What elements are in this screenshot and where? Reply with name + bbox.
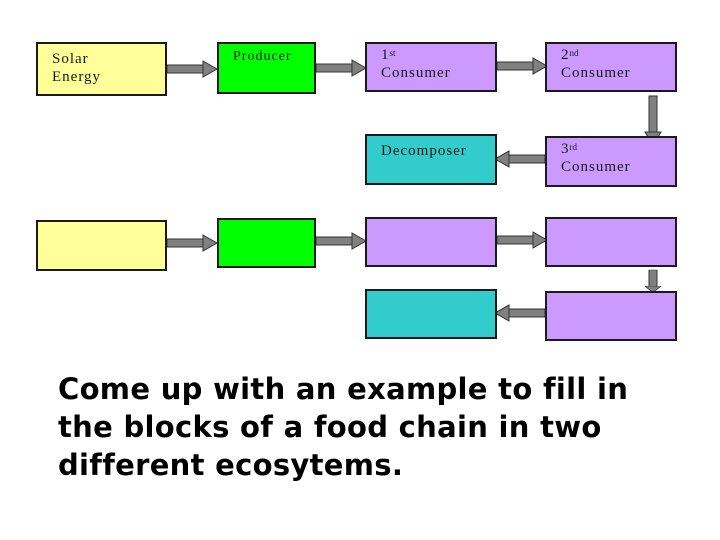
consumer2-box: 2nd Consumer [545,42,677,92]
arrow-blank-energy-to-producer [166,234,218,252]
producer-label: Producer [233,49,292,64]
consumer2-suffix: nd [569,48,579,58]
consumer3-suffix: rd [569,142,578,152]
arrow-blank-consumer3-to-decomposer [494,304,546,322]
blank-decomposer-box[interactable] [365,289,497,339]
blank-consumer2-box[interactable] [545,217,677,267]
consumer2-label: Consumer [561,65,631,81]
producer-box: Producer [217,42,316,94]
arrow-blank-producer-to-consumer1 [315,232,367,250]
solar-energy-box: Solar Energy [36,42,167,96]
blank-consumer1-box[interactable] [365,217,497,267]
consumer2-number: 2 [561,47,570,63]
blank-energy-box[interactable] [36,220,167,271]
arrow-consumer3-to-decomposer [494,150,546,168]
consumer3-label: Consumer [561,159,631,175]
consumer1-box: 1st Consumer [365,42,497,92]
arrow-producer-to-consumer1 [315,59,367,77]
arrow-blank-consumer1-to-consumer2 [496,231,548,249]
solar-energy-label-line2: Energy [52,69,102,85]
consumer1-suffix: st [389,48,396,58]
consumer3-number: 3 [561,141,570,157]
arrow-consumer1-to-consumer2 [496,57,548,75]
decomposer-box: Decomposer [365,134,497,185]
solar-energy-label-line1: Solar [52,51,89,67]
arrow-blank-consumer2-to-consumer3 [644,269,662,293]
arrow-solar-to-producer [166,60,218,78]
blank-consumer3-box[interactable] [545,291,677,341]
consumer1-label: Consumer [381,65,451,81]
consumer3-box: 3rd Consumer [545,136,677,187]
blank-producer-box[interactable] [217,218,316,268]
decomposer-label: Decomposer [381,143,467,159]
consumer1-number: 1 [381,47,390,63]
instruction-text: Come up with an example to fill in the b… [58,372,629,482]
